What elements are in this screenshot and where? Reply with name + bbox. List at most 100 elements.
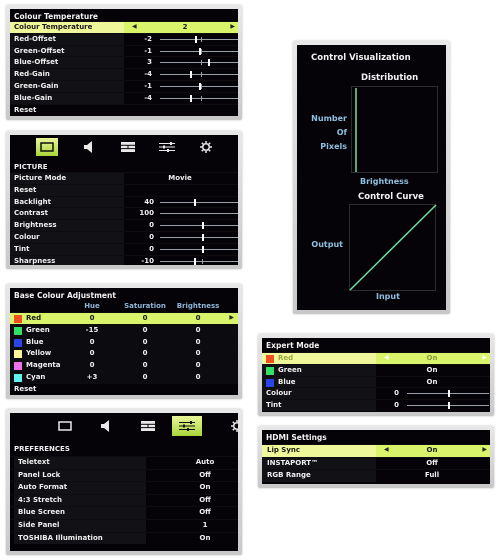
setting-label: Green-Offset xyxy=(14,46,65,55)
section-title: PREFERENCES xyxy=(14,445,70,453)
arrow-right-icon[interactable]: ▶ xyxy=(230,23,235,30)
colour-row[interactable]: Magenta 0 0 0 xyxy=(10,359,238,371)
preference-item[interactable]: 4:3 Stretch Off xyxy=(10,493,238,507)
setting-value: 3 xyxy=(147,58,152,67)
slider-thumb[interactable] xyxy=(202,222,204,230)
slider-thumb[interactable] xyxy=(190,94,193,102)
colour-swatch xyxy=(14,350,22,359)
slider-thumb[interactable] xyxy=(208,59,211,67)
menu-tab-preferences[interactable] xyxy=(172,416,202,436)
slider-row[interactable]: Red-Offset -2 xyxy=(10,32,238,45)
expert-colour-row[interactable]: Green On xyxy=(262,363,490,376)
setting-value: 100 xyxy=(139,209,154,218)
value-slider[interactable] xyxy=(160,257,238,265)
base-colour-panel: Base Colour Adjustment Hue Saturation Brig… xyxy=(10,288,238,395)
menu-tab-settings-gear[interactable] xyxy=(222,416,238,436)
value-slider[interactable] xyxy=(160,94,238,102)
slider-thumb[interactable] xyxy=(448,390,450,398)
setting-value: -2 xyxy=(144,34,152,43)
slider-row[interactable]: Sharpness -10 xyxy=(10,254,238,265)
colour-row[interactable]: Cyan +3 0 0 xyxy=(10,370,238,383)
value-slider[interactable] xyxy=(407,390,489,398)
colour-temperature-panel: Colour Temperature Colour Temperature ◀ … xyxy=(10,9,238,116)
menu-tab-picture[interactable] xyxy=(50,416,80,436)
menu-tab-sound[interactable] xyxy=(77,138,99,156)
colour-row[interactable]: Blue 0 0 0 xyxy=(10,335,238,348)
slider-thumb[interactable] xyxy=(202,245,204,253)
slider-row[interactable]: Green-Gain -1 xyxy=(10,79,238,92)
slider-row[interactable]: Blue-Gain -4 xyxy=(10,91,238,104)
slider-thumb[interactable] xyxy=(193,198,196,206)
slider-thumb[interactable] xyxy=(202,233,204,241)
arrow-right-icon[interactable]: ▶ xyxy=(482,446,487,453)
menu-tab-settings-gear[interactable] xyxy=(195,138,217,156)
preference-item[interactable]: Teletext Auto xyxy=(10,456,238,469)
colour-row[interactable]: Red 0 0 0 ▶ xyxy=(10,312,238,324)
reset-item[interactable]: Reset xyxy=(10,183,238,196)
panel-title: Base Colour Adjustment xyxy=(14,291,116,300)
hdmi-setting-row[interactable]: INSTAPORT™ Off xyxy=(262,456,490,469)
slider-row[interactable]: Backlight 40 xyxy=(10,195,238,208)
slider-thumb[interactable] xyxy=(190,71,193,79)
colour-label: Blue xyxy=(278,377,296,386)
colour-row[interactable]: Yellow 0 0 0 xyxy=(10,347,238,360)
menu-tab-preferences[interactable] xyxy=(156,138,178,156)
menu-tab-sound[interactable] xyxy=(90,416,120,436)
picture-mode-item[interactable]: Picture Mode Movie xyxy=(10,172,238,184)
value-slider[interactable] xyxy=(160,222,238,230)
picture-mode-value: Movie xyxy=(168,174,192,182)
brightness-value: 0 xyxy=(195,325,201,334)
expert-colour-row[interactable]: Blue On xyxy=(262,375,490,388)
value-slider[interactable] xyxy=(160,198,238,206)
slider-thumb[interactable] xyxy=(448,402,450,410)
arrow-left-icon[interactable]: ◀ xyxy=(384,446,389,453)
preference-item[interactable]: Side Panel 1 xyxy=(10,518,238,532)
slider-row[interactable]: Tint 0 xyxy=(10,242,238,255)
hdmi-setting-row[interactable]: Lip Sync On ◀ ▶ xyxy=(262,444,490,457)
reset-item[interactable]: Reset xyxy=(10,103,238,116)
slider-row[interactable]: Brightness 0 xyxy=(10,219,238,231)
reset-item[interactable]: Reset xyxy=(10,382,238,395)
slider-row[interactable]: Colour 0 xyxy=(262,387,490,400)
arrow-left-icon[interactable]: ◀ xyxy=(132,23,137,30)
arrow-right-icon[interactable]: ▶ xyxy=(229,314,234,321)
value-slider[interactable] xyxy=(160,47,238,55)
slider-row[interactable]: Blue-Offset 3 xyxy=(10,56,238,69)
value-slider[interactable] xyxy=(160,71,238,79)
value-slider[interactable] xyxy=(160,35,238,43)
colour-row[interactable]: Green -15 0 0 xyxy=(10,323,238,336)
brightness-value: 0 xyxy=(195,361,201,370)
slider-thumb[interactable] xyxy=(198,47,201,55)
slider-row[interactable]: Tint 0 xyxy=(262,399,490,411)
distribution-title: Distribution xyxy=(361,73,419,83)
colour-temperature-selector[interactable]: Colour Temperature ◀ 2 ▶ xyxy=(10,21,238,33)
slider-thumb[interactable] xyxy=(195,35,198,43)
slider-row[interactable]: Contrast 100 xyxy=(10,207,238,220)
slider-row[interactable]: Red-Gain -4 xyxy=(10,68,238,80)
preference-label: Teletext xyxy=(18,458,50,466)
menu-tab-setup[interactable] xyxy=(117,138,139,156)
arrow-right-icon[interactable]: ▶ xyxy=(482,354,487,361)
value-slider[interactable] xyxy=(160,59,238,67)
preference-item[interactable]: Auto Format On xyxy=(10,481,238,494)
value-slider[interactable] xyxy=(407,402,489,410)
colour-label: Magenta xyxy=(26,361,61,370)
value-slider[interactable] xyxy=(160,233,238,241)
menu-tab-setup[interactable] xyxy=(133,416,163,436)
hdmi-setting-row[interactable]: RGB Range Full xyxy=(262,469,490,482)
preference-item[interactable]: Blue Screen Off xyxy=(10,506,238,519)
slider-thumb[interactable] xyxy=(198,82,201,90)
preference-item[interactable]: Panel Lock Off xyxy=(10,468,238,482)
expert-colour-row[interactable]: Red On ◀ ▶ xyxy=(262,352,490,364)
slider-thumb[interactable] xyxy=(193,257,196,265)
value-slider[interactable] xyxy=(160,213,238,215)
setting-value: -1 xyxy=(144,46,152,55)
value-slider[interactable] xyxy=(160,245,238,253)
menu-tab-picture[interactable] xyxy=(36,138,58,156)
slider-row[interactable]: Green-Offset -1 xyxy=(10,44,238,57)
value-slider[interactable] xyxy=(160,82,238,90)
preferences-window: PREFERENCES Teletext Auto Panel Lock Off Aut… xyxy=(6,409,242,555)
arrow-left-icon[interactable]: ◀ xyxy=(384,354,389,361)
preference-item[interactable]: TOSHIBA Illumination On xyxy=(10,531,238,545)
slider-row[interactable]: Colour 0 xyxy=(10,230,238,243)
